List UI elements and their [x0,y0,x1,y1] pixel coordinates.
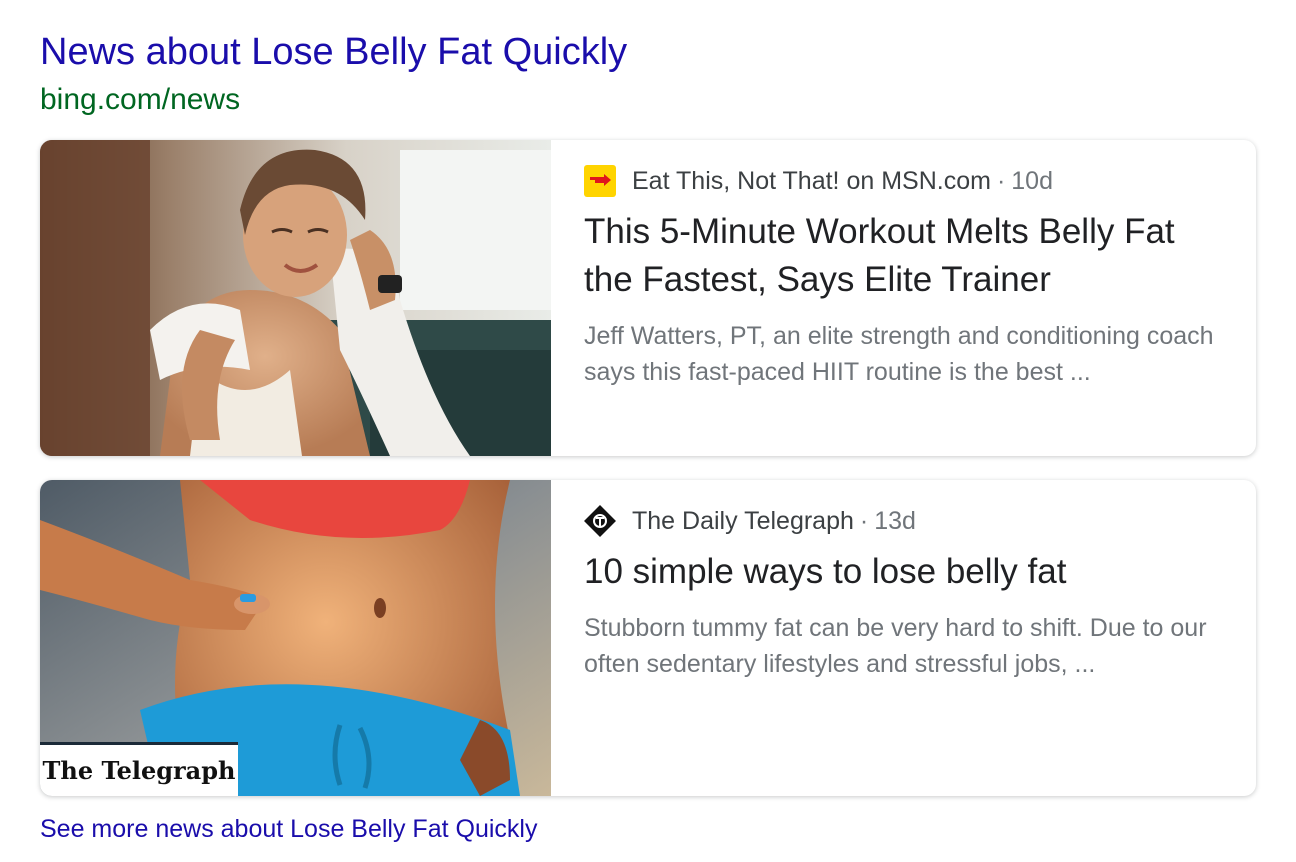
article-thumbnail[interactable]: The Telegraph [40,480,551,796]
publisher-name: Eat This, Not That! on MSN.com [632,166,991,195]
separator: · [859,506,869,535]
news-card[interactable]: The Telegraph The Daily Telegraph · 13d … [40,480,1256,796]
article-snippet: Stubborn tummy fat can be very hard to s… [584,614,1207,678]
separator: · [996,166,1006,195]
eat-this-not-that-logo-icon [584,165,616,197]
article-age: 13d [874,506,916,535]
woman-with-towel-photo [40,140,551,456]
telegraph-logo-icon [584,505,616,537]
article-snippet: Jeff Watters, PT, an elite strength and … [584,322,1214,386]
publisher-row: The Daily Telegraph · 13d [584,502,1216,540]
publisher-name: The Daily Telegraph [632,506,854,535]
news-card[interactable]: Eat This, Not That! on MSN.com · 10d Thi… [40,140,1256,456]
article-title[interactable]: This 5-Minute Workout Melts Belly Fat th… [584,208,1216,304]
news-heading-link[interactable]: News about Lose Belly Fat Quickly [40,28,627,76]
article-thumbnail[interactable] [40,140,551,456]
article-title[interactable]: 10 simple ways to lose belly fat [584,548,1216,596]
article-body: The Daily Telegraph · 13d 10 simple ways… [584,502,1216,682]
image-caption: The Telegraph [40,742,238,796]
source-url: bing.com/news [40,83,241,116]
article-body: Eat This, Not That! on MSN.com · 10d Thi… [584,162,1216,390]
see-more-news-link[interactable]: See more news about Lose Belly Fat Quick… [40,812,537,846]
news-results-section: News about Lose Belly Fat Quickly bing.c… [0,0,1296,862]
publisher-row: Eat This, Not That! on MSN.com · 10d [584,162,1216,200]
article-age: 10d [1011,166,1053,195]
